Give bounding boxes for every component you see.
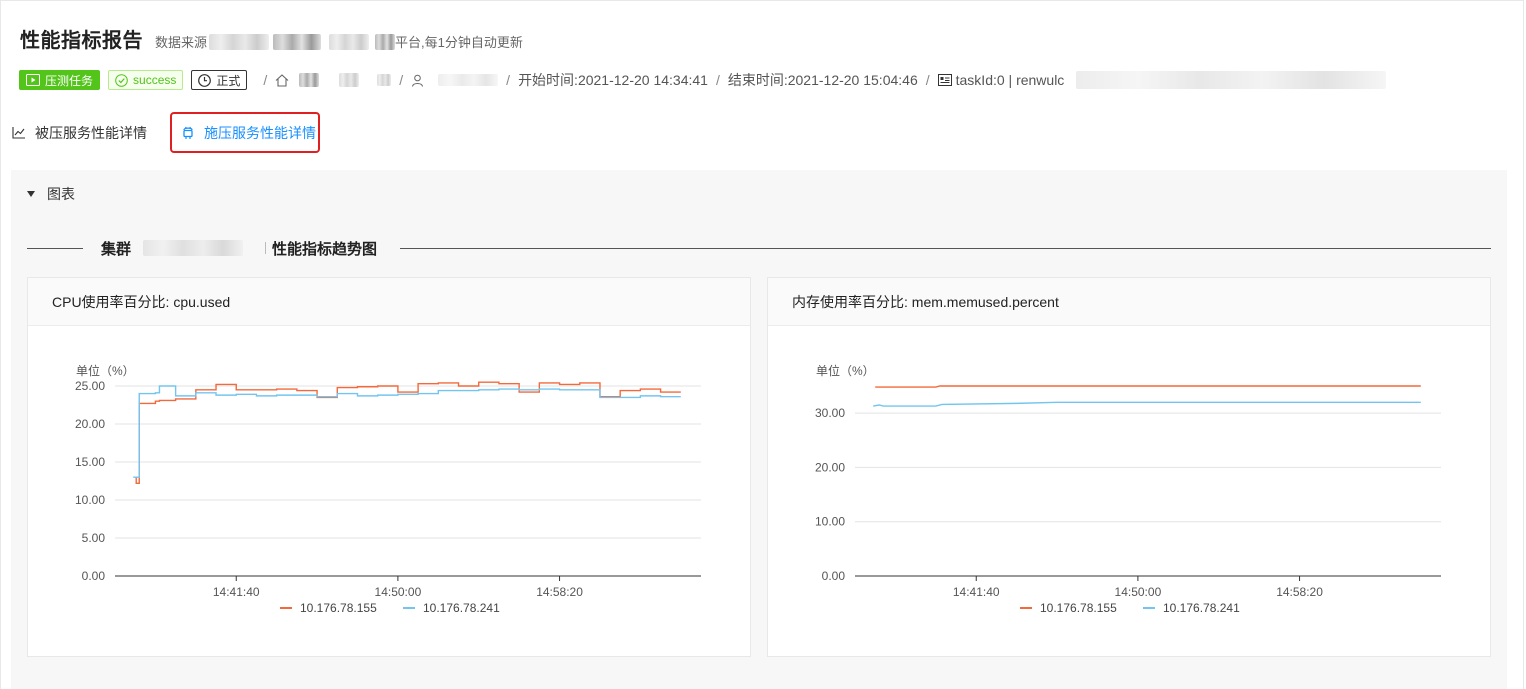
x-tick-label: 14:50:00	[1115, 585, 1162, 599]
cpu-chart-card: CPU使用率百分比: cpu.used 单位（%） 25.00 20.00 15.00…	[27, 277, 751, 657]
separator: /	[506, 72, 511, 88]
y-tick-label: 25.00	[75, 379, 105, 393]
memory-line-chart: 单位（%） 30.00 20.00 10.00 0.00 14:41:40 14:50:00…	[815, 363, 1441, 615]
separator: /	[399, 72, 404, 88]
end-time: 结束时间:2021-12-20 15:04:46	[727, 72, 918, 88]
series-line-1	[135, 381, 681, 484]
cpu-line-chart: 单位（%）25.00 20.00 15.00 10.00 5.00 0.00 14:41:4…	[75, 363, 701, 615]
redacted-text	[273, 33, 322, 50]
series-line-2	[873, 401, 1421, 407]
redacted-text	[143, 240, 244, 256]
series-line-2	[133, 385, 681, 478]
charts-panel: 图表 集群 性能指标趋势图 CPU使用率百分比: cpu.used 单位（%） 2…	[11, 170, 1507, 689]
x-tick-label: 14:41:40	[953, 585, 1000, 599]
tab-bar: 被压服务性能详情 施压服务性能详情	[0, 112, 1524, 154]
redacted-text	[438, 74, 499, 86]
header: 性能指标报告 数据来源 平台,每1分钟自动更新	[20, 24, 523, 52]
home-icon	[275, 73, 289, 87]
play-square-icon	[26, 74, 40, 86]
clock-icon	[198, 73, 212, 87]
y-tick-label: 20.00	[75, 417, 105, 431]
y-tick-label: 10.00	[75, 493, 105, 507]
mode-badge: 正式	[191, 70, 248, 90]
x-tick-label: 14:41:40	[213, 585, 260, 599]
redacted-text	[1076, 71, 1387, 89]
legend-label: 10.176.78.241	[1163, 601, 1240, 615]
subtitle-suffix: 平台,每1分钟自动更新	[395, 35, 523, 50]
task-id: taskId:0 | renwulc	[955, 72, 1065, 88]
tab-load-generator-performance[interactable]: 施压服务性能详情	[170, 112, 320, 153]
redacted-text	[299, 73, 320, 87]
legend-label: 10.176.78.241	[423, 601, 500, 615]
cursor-mark	[265, 242, 267, 254]
y-tick-label: 20.00	[815, 460, 845, 474]
cpu-chart-title: CPU使用率百分比: cpu.used	[28, 278, 750, 326]
separator: /	[263, 72, 268, 88]
redacted-text	[209, 33, 270, 50]
redacted-text	[339, 73, 360, 87]
start-time: 开始时间:2021-12-20 14:34:41	[518, 72, 708, 88]
memory-chart-title: 内存使用率百分比: mem.memused.percent	[768, 278, 1490, 326]
y-tick-label: 0.00	[82, 569, 106, 583]
y-axis-label: 单位（%）	[76, 363, 135, 378]
line-chart-icon	[12, 127, 25, 139]
x-tick-label: 14:58:20	[1276, 585, 1323, 599]
redacted-text	[375, 33, 396, 50]
divider-line	[400, 248, 1491, 249]
y-tick-label: 5.00	[82, 531, 106, 545]
page-title: 性能指标报告	[20, 30, 143, 52]
subtitle-prefix: 数据来源	[155, 35, 208, 50]
android-icon	[183, 126, 193, 139]
y-axis-label: 单位（%）	[816, 363, 875, 378]
check-circle-icon	[115, 73, 128, 87]
meta-row: 压测任务 success 正式 / / / 开始时间:2021-12-20 14…	[19, 69, 1387, 91]
caret-down-icon	[27, 191, 35, 197]
y-tick-label: 10.00	[815, 515, 845, 529]
redacted-text	[329, 33, 370, 50]
redacted-text	[377, 74, 392, 86]
tab-target-service-performance[interactable]: 被压服务性能详情	[12, 112, 147, 154]
y-tick-label: 0.00	[822, 569, 846, 583]
task-type-badge: 压测任务	[19, 70, 101, 90]
memory-chart-card: 内存使用率百分比: mem.memused.percent 单位（%） 30.00…	[767, 277, 1491, 657]
y-tick-label: 30.00	[815, 406, 845, 420]
section-divider: 集群 性能指标趋势图	[27, 238, 1491, 258]
divider-line	[27, 248, 83, 249]
user-icon	[412, 74, 424, 87]
legend-label: 10.176.78.155	[1040, 601, 1117, 615]
legend-label: 10.176.78.155	[300, 601, 377, 615]
id-card-icon	[937, 74, 952, 86]
page-subtitle: 数据来源 平台,每1分钟自动更新	[155, 32, 523, 51]
series-line-1	[875, 385, 1421, 388]
separator: /	[715, 72, 720, 88]
status-badge: success	[108, 70, 184, 90]
charts-collapse-header[interactable]: 图表	[27, 184, 75, 204]
separator: /	[925, 72, 930, 88]
section-title: 集群 性能指标趋势图	[101, 240, 378, 258]
x-tick-label: 14:50:00	[375, 585, 422, 599]
x-tick-label: 14:58:20	[536, 585, 583, 599]
y-tick-label: 15.00	[75, 455, 105, 469]
